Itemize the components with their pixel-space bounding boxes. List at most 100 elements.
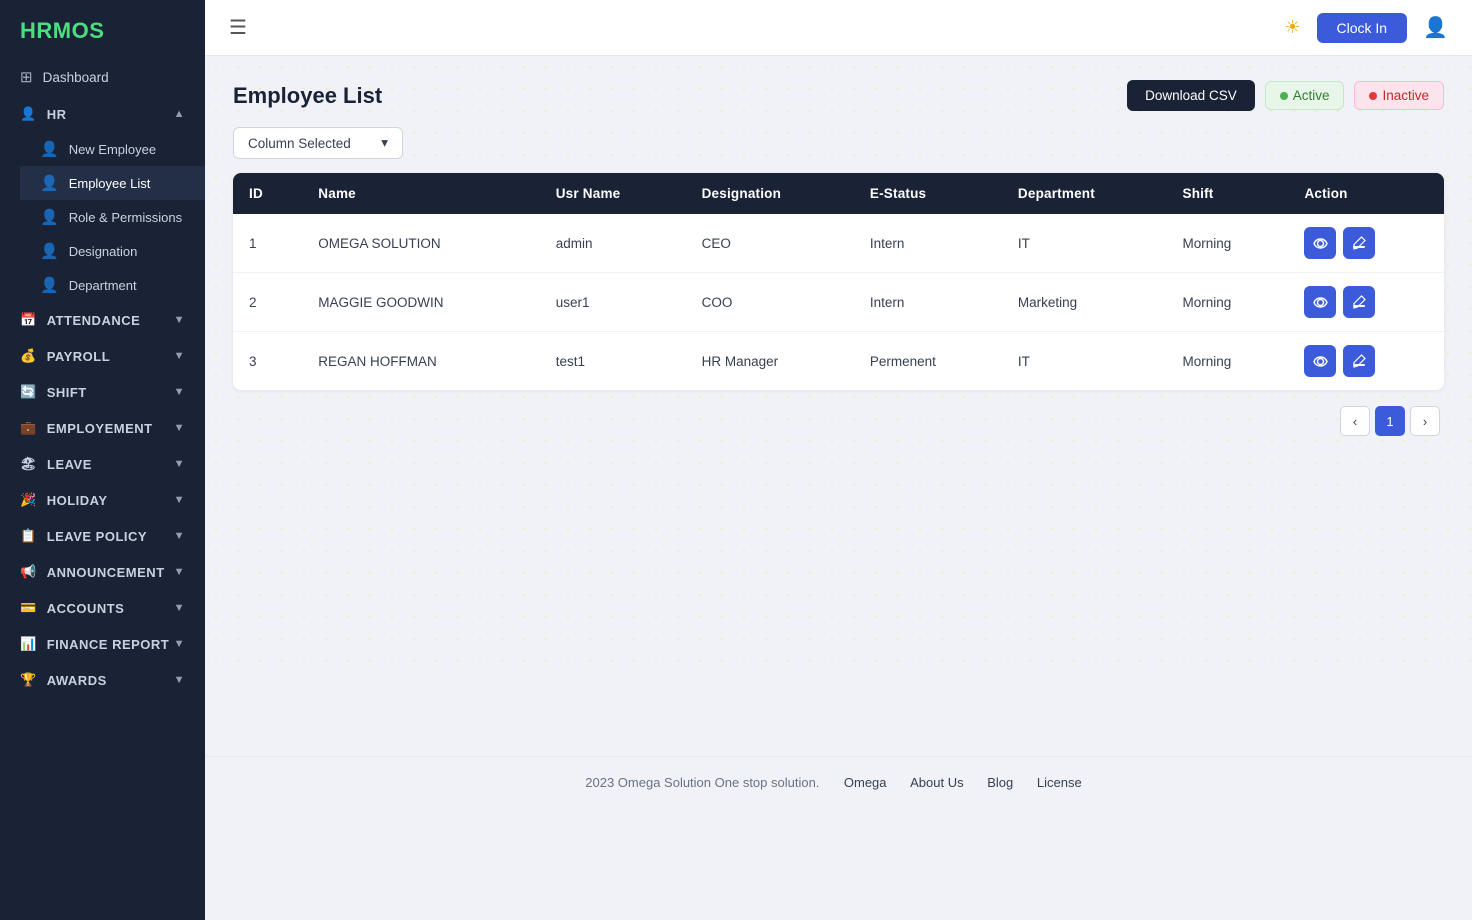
leave-icon: 🏖 xyxy=(20,456,37,472)
sidebar-label-role-permissions: Role & Permissions xyxy=(69,210,182,225)
cell-estatus: Intern xyxy=(854,273,1002,332)
sidebar-label-payroll: PAYROLL xyxy=(47,349,110,364)
cell-name: REGAN HOFFMAN xyxy=(302,332,539,391)
sidebar-item-department[interactable]: 👤 Department xyxy=(20,268,205,302)
app-logo: HRMOS xyxy=(0,0,205,58)
chevron-down-icon-finance: ▼ xyxy=(174,638,185,650)
col-header-username: Usr Name xyxy=(540,173,686,214)
footer-copyright: 2023 Omega Solution One stop solution. xyxy=(585,775,819,790)
sidebar-item-designation[interactable]: 👤 Designation xyxy=(20,234,205,268)
footer-link-about[interactable]: About Us xyxy=(910,775,963,790)
chevron-down-icon-awards: ▼ xyxy=(174,674,185,686)
cell-username: test1 xyxy=(540,332,686,391)
edit-button[interactable] xyxy=(1343,286,1375,318)
edit-button[interactable] xyxy=(1343,345,1375,377)
chevron-down-icon-payroll: ▼ xyxy=(174,350,185,362)
grid-icon: ⊞ xyxy=(20,68,33,86)
active-dot xyxy=(1280,92,1288,100)
main-scroll: Employee List Download CSV Active Inacti… xyxy=(205,56,1472,920)
footer-link-blog[interactable]: Blog xyxy=(987,775,1013,790)
sidebar-section-payroll[interactable]: 💰 PAYROLL ▼ xyxy=(0,338,205,374)
sidebar-section-hr[interactable]: 👤 HR ▲ xyxy=(0,96,205,132)
person-icon-list: 👤 xyxy=(40,174,59,192)
action-buttons xyxy=(1304,286,1428,318)
clock-in-button[interactable]: Clock In xyxy=(1317,13,1408,43)
pagination-prev[interactable]: ‹ xyxy=(1340,406,1370,436)
table-row: 1 OMEGA SOLUTION admin CEO Intern IT Mor… xyxy=(233,214,1444,273)
header-right: ☀ Clock In 👤 xyxy=(1284,13,1448,43)
sidebar-section-employment[interactable]: 💼EMPLOYEMENT ▼ xyxy=(0,410,205,446)
table-row: 3 REGAN HOFFMAN test1 HR Manager Permene… xyxy=(233,332,1444,391)
cell-action xyxy=(1288,273,1444,332)
view-button[interactable] xyxy=(1304,286,1336,318)
sidebar-section-leave-policy[interactable]: 📋LEAVE POLICY ▼ xyxy=(0,518,205,554)
cell-username: user1 xyxy=(540,273,686,332)
shift-icon: 🔄 xyxy=(20,384,37,400)
logo-text-hrm: HRM xyxy=(20,18,72,43)
cell-shift: Morning xyxy=(1166,332,1288,391)
sidebar-label-attendance: ATTENDANCE xyxy=(47,313,141,328)
footer-link-omega[interactable]: Omega xyxy=(844,775,887,790)
sidebar-section-accounts[interactable]: 💳ACCOUNTS ▼ xyxy=(0,590,205,626)
sidebar-section-awards[interactable]: 🏆AWARDS ▼ xyxy=(0,662,205,698)
col-header-estatus: E-Status xyxy=(854,173,1002,214)
pagination-page-1[interactable]: 1 xyxy=(1375,406,1405,436)
cell-shift: Morning xyxy=(1166,273,1288,332)
cell-action xyxy=(1288,332,1444,391)
cell-department: IT xyxy=(1002,214,1167,273)
col-header-department: Department xyxy=(1002,173,1167,214)
cell-designation: COO xyxy=(686,273,854,332)
sidebar-label-department: Department xyxy=(69,278,137,293)
cell-department: IT xyxy=(1002,332,1167,391)
sidebar-section-finance-report[interactable]: 📊FINANCE REPORT ▼ xyxy=(0,626,205,662)
hr-submenu: 👤 New Employee 👤 Employee List 👤 Role & … xyxy=(0,132,205,302)
cell-username: admin xyxy=(540,214,686,273)
cell-estatus: Permenent xyxy=(854,332,1002,391)
chevron-down-icon-employment: ▼ xyxy=(174,422,185,434)
theme-toggle-icon[interactable]: ☀ xyxy=(1284,17,1300,38)
edit-button[interactable] xyxy=(1343,227,1375,259)
table-header-row: ID Name Usr Name Designation E-Status De… xyxy=(233,173,1444,214)
sidebar-label-finance-report: FINANCE REPORT xyxy=(47,637,170,652)
view-button[interactable] xyxy=(1304,345,1336,377)
holiday-icon: 🎉 xyxy=(20,492,37,508)
sidebar-label-new-employee: New Employee xyxy=(69,142,156,157)
user-profile-icon[interactable]: 👤 xyxy=(1423,15,1448,40)
sidebar-nav: ⊞ Dashboard 👤 HR ▲ 👤 New Employee 👤 Empl… xyxy=(0,58,205,920)
chevron-down-icon-shift: ▼ xyxy=(174,386,185,398)
cell-designation: HR Manager xyxy=(686,332,854,391)
action-buttons xyxy=(1304,345,1428,377)
chevron-down-icon-leave: ▼ xyxy=(174,458,185,470)
sidebar-item-employee-list[interactable]: 👤 Employee List xyxy=(20,166,205,200)
sidebar-item-dashboard[interactable]: ⊞ Dashboard xyxy=(0,58,205,96)
cell-id: 2 xyxy=(233,273,302,332)
sidebar-section-shift[interactable]: 🔄SHIFT ▼ xyxy=(0,374,205,410)
sidebar-item-role-permissions[interactable]: 👤 Role & Permissions xyxy=(20,200,205,234)
col-header-shift: Shift xyxy=(1166,173,1288,214)
active-status-badge[interactable]: Active xyxy=(1265,81,1345,110)
view-button[interactable] xyxy=(1304,227,1336,259)
sidebar-section-announcement[interactable]: 📢ANNOUNCEMENT ▼ xyxy=(0,554,205,590)
pagination: ‹ 1 › xyxy=(233,390,1444,444)
active-label: Active xyxy=(1293,88,1330,103)
person-icon-new: 👤 xyxy=(40,140,59,158)
pagination-next[interactable]: › xyxy=(1410,406,1440,436)
sidebar-label-announcement: ANNOUNCEMENT xyxy=(47,565,165,580)
inactive-status-badge[interactable]: Inactive xyxy=(1354,81,1444,110)
col-header-id: ID xyxy=(233,173,302,214)
logo-text-os: OS xyxy=(72,18,105,43)
chevron-down-icon-leave-policy: ▼ xyxy=(174,530,185,542)
download-csv-button[interactable]: Download CSV xyxy=(1127,80,1255,111)
sidebar-label-employment: EMPLOYEMENT xyxy=(47,421,153,436)
payroll-icon: 💰 xyxy=(20,348,37,364)
chevron-down-icon-accounts: ▼ xyxy=(174,602,185,614)
sidebar-section-attendance[interactable]: 📅ATTENDANCE ▼ xyxy=(0,302,205,338)
sidebar-section-leave[interactable]: 🏖LEAVE ▼ xyxy=(0,446,205,482)
hamburger-icon[interactable]: ☰ xyxy=(229,15,247,40)
footer: 2023 Omega Solution One stop solution. O… xyxy=(205,756,1472,800)
sidebar-section-holiday[interactable]: 🎉HOLIDAY ▼ xyxy=(0,482,205,518)
sidebar-item-new-employee[interactable]: 👤 New Employee xyxy=(20,132,205,166)
footer-link-license[interactable]: License xyxy=(1037,775,1082,790)
column-select-dropdown[interactable]: Column Selected ▾ xyxy=(233,127,403,159)
employee-table: ID Name Usr Name Designation E-Status De… xyxy=(233,173,1444,390)
